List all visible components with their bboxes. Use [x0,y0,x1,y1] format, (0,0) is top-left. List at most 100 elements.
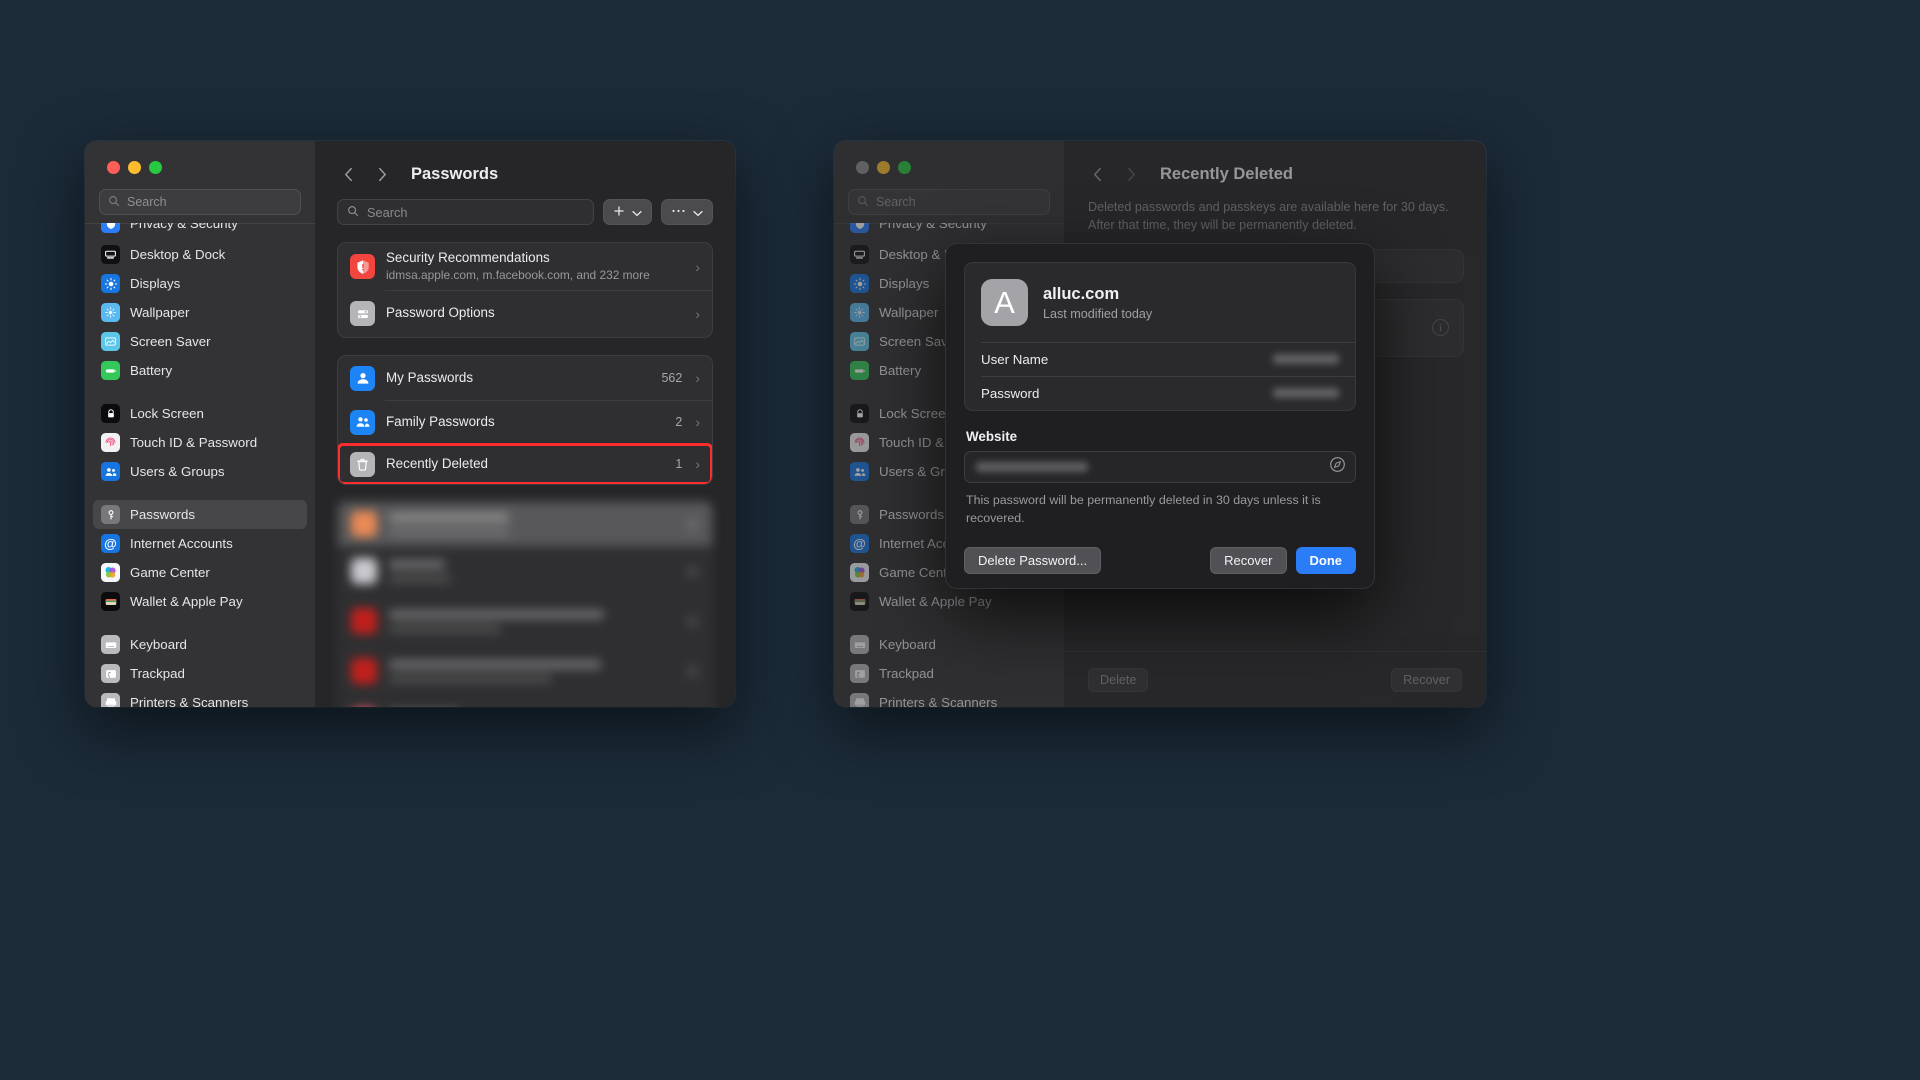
field-user-name[interactable]: User Name [965,342,1355,376]
security-recommendations-icon [350,254,375,279]
sidebar-item-trackpad[interactable]: Trackpad [93,659,307,688]
left-sidebar: Search Privacy & Security Desktop & Dock… [85,141,315,707]
sidebar-item-passwords[interactable]: Passwords [93,500,307,529]
minimize-button[interactable] [128,161,141,174]
zoom-button[interactable] [898,161,911,174]
displays-icon [101,274,120,293]
more-options-button[interactable] [661,199,713,225]
printers-scanners-icon [850,693,869,707]
close-button[interactable] [856,161,869,174]
sidebar-item-label: Screen Saver [130,334,211,349]
row-my-passwords[interactable]: My Passwords 562 › [338,356,712,400]
sheet-footer: Delete Password... Recover Done [964,546,1356,574]
back-button[interactable] [337,163,359,185]
forward-button[interactable] [1120,163,1142,185]
internet-accounts-icon: @ [850,534,869,553]
row-family-passwords[interactable]: Family Passwords 2 › [338,400,712,444]
sidebar-item-clipped[interactable]: Privacy & Security [85,223,315,236]
website-input[interactable] [964,451,1356,483]
sidebar-item-label: Passwords [130,507,196,522]
sidebar-search-input[interactable]: Search [99,189,301,215]
sidebar-list[interactable]: Privacy & Security Desktop & Dock Displa… [85,223,315,707]
close-button[interactable] [107,161,120,174]
recently-deleted-description: Deleted passwords and passkeys are avail… [1088,200,1449,233]
security-recommendations-text: Security Recommendations idmsa.apple.com… [386,250,684,283]
row-title: Password Options [386,305,495,321]
deletion-note: This password will be permanently delete… [966,493,1321,525]
redacted-password-list[interactable] [337,501,713,707]
right-footer: Delete Recover [1064,651,1486,707]
desktop-dock-icon [101,245,120,264]
done-button[interactable]: Done [1295,546,1356,574]
sidebar-item-wallet-apple-pay[interactable]: Wallet & Apple Pay [842,587,1056,616]
row-count: 562 [661,371,683,385]
sidebar-item-wallpaper[interactable]: Wallpaper [93,298,307,327]
back-button[interactable] [1086,163,1108,185]
password-detail-sheet[interactable]: A alluc.com Last modified today User Nam… [945,243,1375,589]
privacy-security-icon [101,223,120,233]
battery-icon [850,361,869,380]
sidebar-item-label: Wallet & Apple Pay [130,594,243,609]
delete-button[interactable]: Delete [1088,668,1148,692]
sidebar-item-internet-accounts[interactable]: @ Internet Accounts [93,529,307,558]
row-password-options[interactable]: Password Options › [338,290,712,337]
privacy-security-icon [850,223,869,233]
recover-button[interactable]: Recover [1391,668,1462,692]
sidebar-item-keyboard[interactable]: Keyboard [93,630,307,659]
screen-saver-icon [850,332,869,351]
sidebar-item-screen-saver[interactable]: Screen Saver [93,327,307,356]
info-circle-icon[interactable]: i [1432,319,1449,336]
list-item[interactable] [338,546,712,596]
list-item[interactable] [338,646,712,696]
sidebar-search-input[interactable]: Search [848,189,1050,215]
sidebar-item-battery[interactable]: Battery [93,356,307,385]
recover-button[interactable]: Recover [1210,546,1287,574]
list-item[interactable] [338,596,712,646]
field-password[interactable]: Password [965,376,1355,410]
sidebar-item-touch-id[interactable]: Touch ID & Password [93,428,307,457]
sidebar-item-game-center[interactable]: Game Center [93,558,307,587]
zoom-button[interactable] [149,161,162,174]
row-count: 1 [675,457,683,471]
sidebar-item-label: Desktop & Dock [130,247,226,262]
battery-icon [101,361,120,380]
sidebar-item-printers-scanners[interactable]: Printers & Scanners [93,688,307,707]
sidebar-item-label: Passwords [879,507,945,522]
sidebar-item-trackpad[interactable]: Trackpad [842,659,1056,688]
list-item-chevron [686,614,699,628]
chevron-right-icon: › [695,258,700,275]
chevron-right-icon: › [695,414,700,430]
sidebar-item-label: Battery [130,363,173,378]
sidebar-item-label: Wallet & Apple Pay [879,594,992,609]
search-input[interactable]: Search [337,199,594,225]
minimize-button[interactable] [877,161,890,174]
sidebar-item-keyboard[interactable]: Keyboard [842,630,1056,659]
safari-compass-icon[interactable] [1329,456,1346,478]
list-item[interactable] [338,696,712,707]
sidebar-item-label: Game Center [130,565,210,580]
sidebar-item-clipped[interactable]: Privacy & Security [834,223,1064,236]
add-password-button[interactable] [603,199,652,225]
sidebar-item-label: Wallpaper [879,305,939,320]
row-security-recommendations[interactable]: Security Recommendations idmsa.apple.com… [338,243,712,290]
passwords-icon [850,505,869,524]
sidebar-item-users-groups[interactable]: Users & Groups [93,457,307,486]
sidebar-item-displays[interactable]: Displays [93,269,307,298]
row-title: Family Passwords [386,413,495,429]
left-window-system-settings[interactable]: Search Privacy & Security Desktop & Dock… [85,141,735,707]
desktop: Search Privacy & Security Desktop & Dock… [0,0,1920,1080]
list-item[interactable] [338,502,712,546]
keyboard-icon [101,635,120,654]
sidebar-item-label: Lock Screen [879,406,953,421]
game-center-icon [850,563,869,582]
sidebar-divider [85,486,315,500]
game-center-icon [101,563,120,582]
row-recently-deleted[interactable]: Recently Deleted 1 › [338,444,712,484]
sidebar-item-desktop-dock[interactable]: Desktop & Dock [93,240,307,269]
row-title: Security Recommendations [386,249,550,265]
sidebar-item-wallet-apple-pay[interactable]: Wallet & Apple Pay [93,587,307,616]
delete-password-button[interactable]: Delete Password... [964,546,1102,574]
sidebar-item-lock-screen[interactable]: Lock Screen [93,399,307,428]
sidebar-item-printers-scanners[interactable]: Printers & Scanners [842,688,1056,707]
forward-button[interactable] [371,163,393,185]
